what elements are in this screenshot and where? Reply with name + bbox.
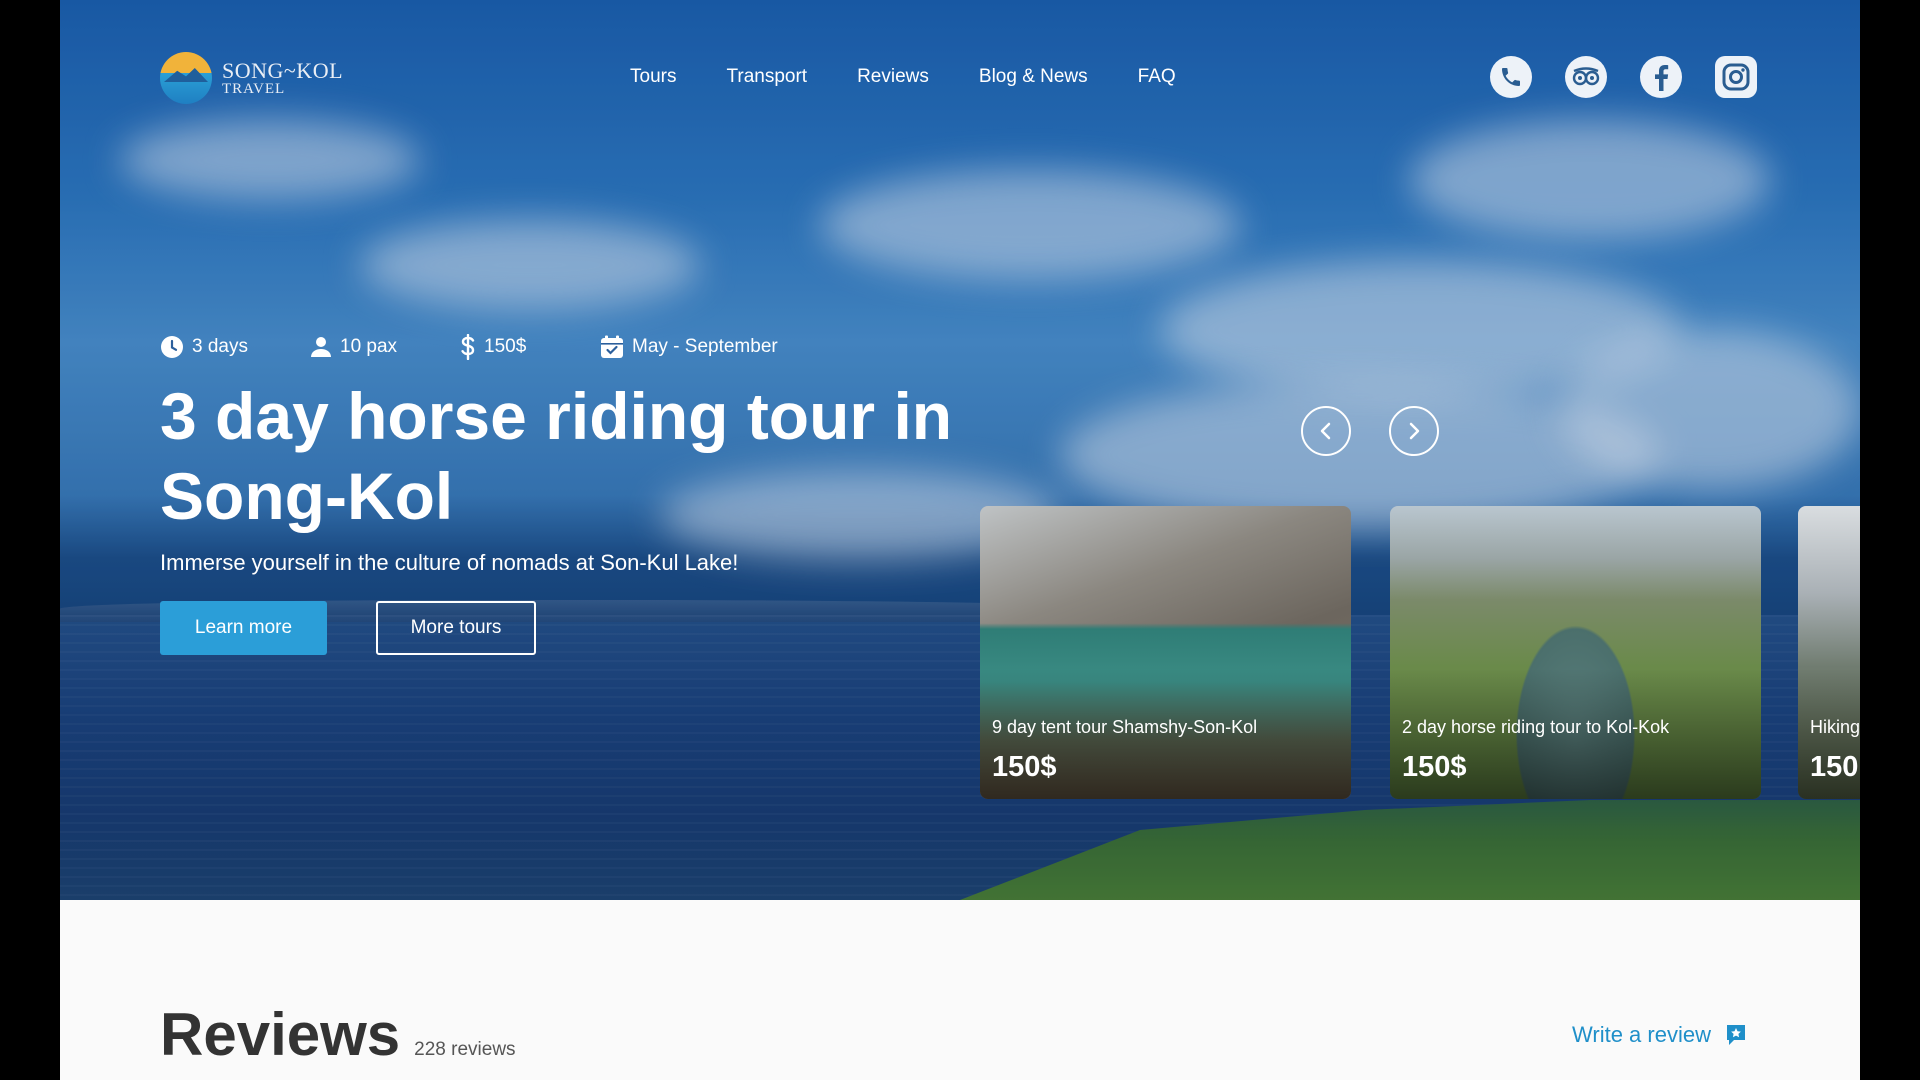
page: SONG~KOL TRAVEL Tours Transport Reviews …: [60, 0, 1860, 1080]
instagram-icon[interactable]: [1715, 56, 1757, 98]
tour-card-price: 150: [1810, 751, 1859, 783]
star-comment-icon: [1726, 1025, 1745, 1045]
site-logo[interactable]: SONG~KOL TRAVEL: [160, 52, 343, 104]
nav-faq[interactable]: FAQ: [1138, 66, 1176, 88]
tour-card-price: 150$: [992, 751, 1057, 783]
main-nav: Tours Transport Reviews Blog & News FAQ: [630, 66, 1226, 88]
meta-season-text: May - September: [632, 336, 778, 357]
carousel-next-button[interactable]: [1389, 406, 1439, 456]
tour-card-title: Hiking: [1810, 717, 1860, 737]
logo-name: SONG~KOL: [222, 57, 344, 83]
hero-subtitle: Immerse yourself in the culture of nomad…: [160, 550, 739, 575]
learn-more-button[interactable]: Learn more: [160, 601, 327, 655]
tour-card-price: 150$: [1402, 751, 1467, 783]
facebook-icon[interactable]: [1640, 56, 1682, 98]
tour-card[interactable]: Hiking 150: [1798, 506, 1860, 799]
meta-price-text: 150$: [484, 336, 527, 357]
tripadvisor-icon[interactable]: [1565, 56, 1607, 98]
write-review-link[interactable]: Write a review: [1572, 1022, 1747, 1048]
nav-tours[interactable]: Tours: [630, 66, 676, 88]
reviews-heading: Reviews 228 reviews: [160, 1000, 516, 1069]
carousel-prev-button[interactable]: [1301, 406, 1351, 456]
social-links: [1490, 56, 1757, 98]
tour-meta: 3 days 10 pax 150$ May - September: [160, 334, 778, 360]
logo-mark-icon: [160, 52, 212, 104]
more-tours-button[interactable]: More tours: [376, 601, 536, 655]
chevron-right-icon: [1409, 422, 1420, 440]
meta-duration: 3 days: [160, 334, 310, 360]
tour-card-title: 9 day tent tour Shamshy-Son-Kol: [992, 717, 1258, 737]
clock-icon: [161, 336, 183, 358]
meta-duration-text: 3 days: [192, 336, 248, 357]
tour-card-title: 2 day horse riding tour to Kol-Kok: [1402, 717, 1670, 737]
meta-season: May - September: [600, 334, 778, 360]
chevron-left-icon: [1320, 422, 1331, 440]
logo-tagline: TRAVEL: [222, 80, 286, 97]
meta-pax-text: 10 pax: [340, 336, 398, 357]
hero-banner: SONG~KOL TRAVEL Tours Transport Reviews …: [60, 0, 1860, 900]
whatsapp-icon[interactable]: [1490, 56, 1532, 98]
hero-title: 3 day horse riding tour in Song-Kol: [160, 379, 953, 533]
dollar-icon: [461, 334, 475, 360]
tour-card[interactable]: 2 day horse riding tour to Kol-Kok 150$: [1390, 506, 1761, 799]
reviews-count: 228 reviews: [414, 1039, 516, 1060]
calendar-icon: [601, 335, 623, 358]
person-icon: [311, 337, 331, 357]
tour-card[interactable]: 9 day tent tour Shamshy-Son-Kol 150$: [980, 506, 1351, 799]
meta-pax: 10 pax: [310, 334, 460, 360]
reviews-title: Reviews: [160, 1001, 401, 1068]
write-review-label: Write a review: [1572, 1022, 1711, 1047]
nav-reviews[interactable]: Reviews: [857, 66, 929, 88]
logo-text: SONG~KOL TRAVEL: [222, 57, 344, 98]
meta-price: 150$: [460, 334, 600, 360]
nav-blog-news[interactable]: Blog & News: [979, 66, 1088, 88]
nav-transport[interactable]: Transport: [726, 66, 807, 88]
